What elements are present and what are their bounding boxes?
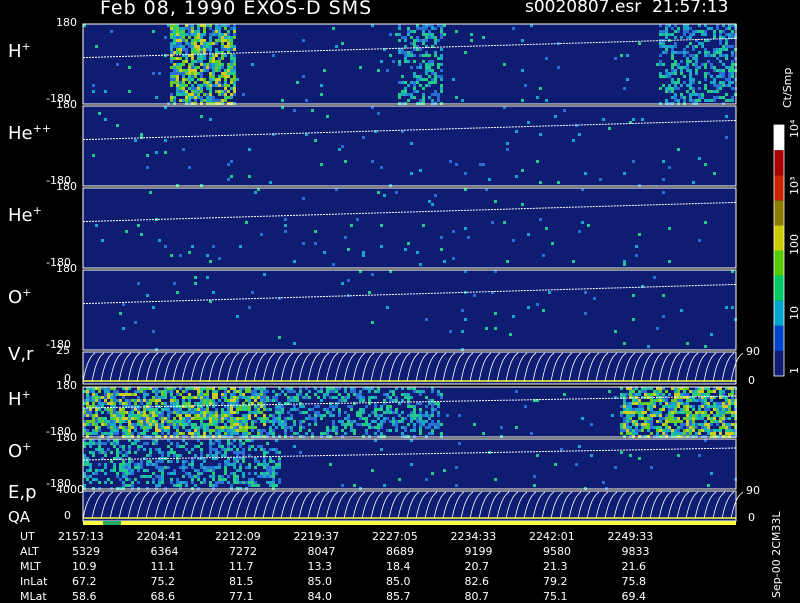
ymax-h_plus_2: 180	[56, 379, 77, 392]
table-cell: 85.7	[386, 590, 411, 603]
colorbar-segment	[774, 200, 784, 226]
table-cell: 6364	[150, 545, 179, 558]
ymax-o_plus_2: 180	[56, 431, 77, 444]
ymin-ep: 0	[64, 509, 71, 522]
colorbar-tick: 10⁴	[788, 119, 800, 138]
table-cell: 5329	[72, 545, 100, 558]
qa-flag	[103, 521, 121, 525]
panel-o_plus	[83, 270, 736, 350]
table-cell: 79.2	[543, 575, 568, 588]
table-cell: 8047	[307, 545, 336, 558]
table-cell: 82.6	[464, 575, 490, 588]
panel-label-o_plus: O+	[8, 286, 32, 308]
colorbar-tick: 100	[788, 234, 800, 255]
table-cell: 69.4	[621, 590, 647, 603]
table-cell: 2219:37	[293, 530, 340, 543]
file-time: 21:57:13	[652, 0, 729, 17]
table-cell: 7272	[229, 545, 257, 558]
colorbar-segment	[774, 125, 784, 151]
panel-label-vr: V,r	[8, 344, 34, 365]
plot-canvas	[82, 23, 785, 525]
table-cell: 10.9	[72, 560, 97, 573]
colorbar-segment	[774, 350, 784, 376]
table-cell: 2242:01	[529, 530, 575, 543]
table-cell: 9833	[621, 545, 650, 558]
table-cell: 8689	[386, 545, 414, 558]
ymax-he_plusplus: 180	[56, 98, 77, 111]
row-label-alt: ALT	[20, 545, 39, 558]
table-cell: 2249:33	[607, 530, 654, 543]
colorbar-tick: 1	[788, 367, 800, 374]
table-cell: 18.4	[386, 560, 411, 573]
file-info: s0020807.esr 21:57:13	[525, 0, 728, 17]
table-cell: 2234:33	[450, 530, 497, 543]
table-cell: 81.5	[229, 575, 254, 588]
row-label-mlat: MLat	[20, 590, 47, 603]
file-name: s0020807.esr	[525, 0, 642, 17]
panel-label-ep: E,p	[8, 482, 37, 503]
row-label-mlt: MLT	[20, 560, 41, 573]
table-cell: 58.6	[72, 590, 97, 603]
table-cell: 21.3	[543, 560, 568, 573]
colorbar-segment	[774, 225, 784, 251]
table-cell: 11.1	[150, 560, 176, 573]
colorbar-segment	[774, 300, 784, 326]
table-cell: 75.8	[621, 575, 647, 588]
plot-title: Feb 08, 1990 EXOS-D SMS	[100, 0, 373, 19]
qa-label: QA	[8, 508, 31, 526]
table-cell: 2204:41	[136, 530, 183, 543]
rmax-vr: 90	[746, 345, 760, 358]
panel-he_plusplus	[83, 106, 736, 186]
colorbar-segment	[774, 175, 784, 201]
colorbar-tick: 10³	[788, 176, 800, 195]
ymax-o_plus: 180	[56, 262, 77, 275]
colorbar-units: Ct/Smp	[781, 67, 794, 108]
panel-label-he_plusplus: He++	[8, 122, 52, 144]
rmin-ep: 0	[748, 511, 755, 524]
table-cell: 2212:09	[215, 530, 261, 543]
ymax-h_plus: 180	[56, 16, 77, 29]
panel-label-he_plus: He+	[8, 204, 42, 226]
rmax-ep: 90	[746, 484, 760, 497]
table-cell: 77.1	[229, 590, 254, 603]
ymax-vr: 25	[56, 344, 70, 357]
table-cell: 21.6	[621, 560, 647, 573]
colorbar-tick: 10	[788, 306, 800, 320]
ymax-ep: 4000	[56, 483, 84, 496]
row-label-ut: UT	[20, 530, 35, 543]
colorbar-segment	[774, 275, 784, 301]
rmin-vr: 0	[748, 374, 755, 387]
qa-bar	[83, 521, 736, 525]
table-cell: 84.0	[307, 590, 333, 603]
table-cell: 67.2	[72, 575, 97, 588]
table-cell: 75.2	[150, 575, 176, 588]
version-stamp: Sep-00 2CM33L	[770, 511, 783, 599]
table-cell: 68.6	[150, 590, 176, 603]
table-cell: 9580	[543, 545, 571, 558]
table-cell: 85.0	[386, 575, 411, 588]
table-cell: 2157:13	[58, 530, 104, 543]
table-cell: 80.7	[464, 590, 490, 603]
colorbar-segment	[774, 250, 784, 276]
table-cell: 75.1	[543, 590, 568, 603]
table-cell: 20.7	[464, 560, 490, 573]
table-cell: 13.3	[307, 560, 333, 573]
colorbar-segment	[774, 325, 784, 351]
table-cell: 11.7	[229, 560, 254, 573]
colorbar-segment	[774, 150, 784, 176]
row-label-inlat: InLat	[20, 575, 48, 588]
ymax-he_plus: 180	[56, 180, 77, 193]
table-cell: 2227:05	[372, 530, 418, 543]
table-cell: 85.0	[307, 575, 333, 588]
panel-label-o_plus_2: O+	[8, 440, 32, 462]
panel-label-h_plus_2: H+	[8, 388, 31, 410]
table-cell: 9199	[464, 545, 493, 558]
panel-label-h_plus: H+	[8, 40, 31, 62]
